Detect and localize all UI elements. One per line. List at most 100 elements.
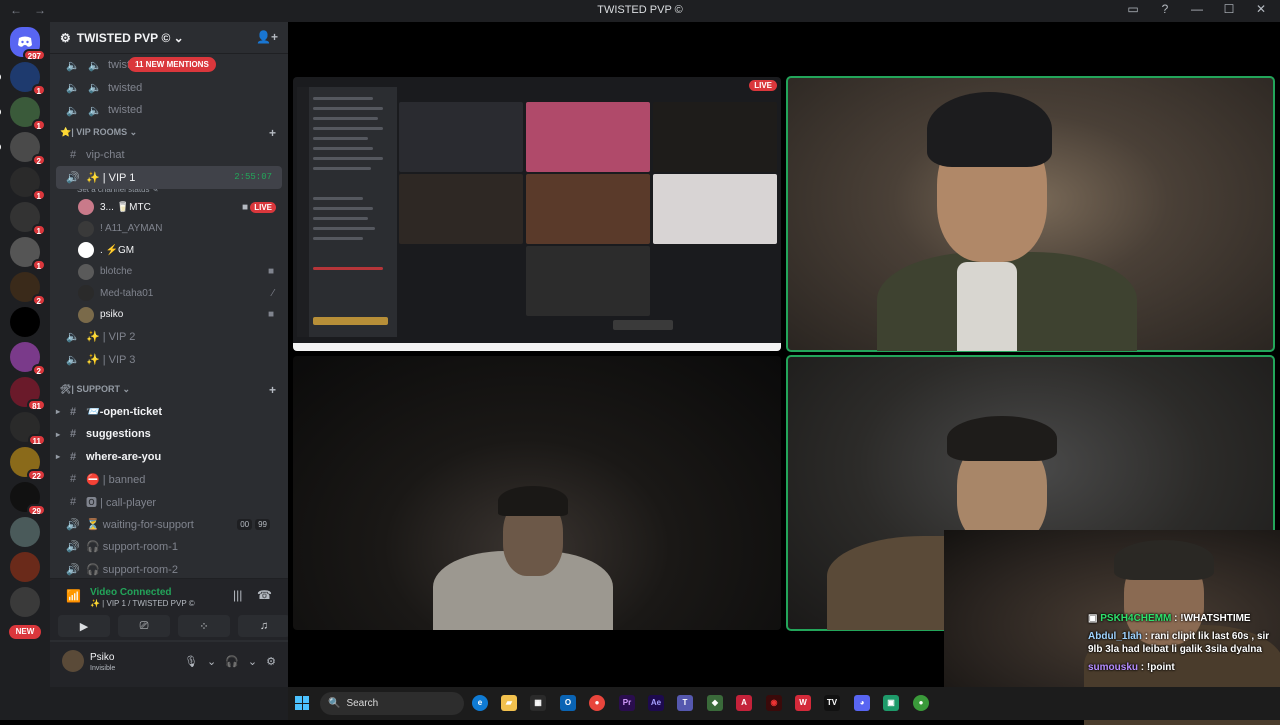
add-channel-icon[interactable]: + bbox=[269, 383, 276, 397]
server-icon[interactable]: 1 bbox=[10, 167, 46, 201]
outlook-icon[interactable]: O bbox=[560, 695, 576, 711]
voice-channel-twisted[interactable]: 🔈 🔈 twisted bbox=[56, 99, 282, 122]
channel-item[interactable]: ▸ # 📨-open-ticket bbox=[56, 401, 282, 424]
category-vip-rooms[interactable]: ⭐| VIP ROOMS ⌄ + bbox=[50, 122, 288, 144]
voice-channel-vip-3[interactable]: 🔈 ✨ | VIP 3 bbox=[56, 348, 282, 371]
taskbar-search[interactable]: 🔍 Search bbox=[320, 692, 464, 715]
screen-share-button[interactable]: ⎚ bbox=[118, 615, 170, 637]
back-arrow-icon[interactable]: ← bbox=[10, 3, 22, 17]
disconnect-icon[interactable]: ☎ bbox=[257, 588, 272, 602]
maximize-button[interactable]: ☐ bbox=[1218, 2, 1240, 16]
server-icon[interactable]: 1 bbox=[10, 237, 46, 271]
category-support[interactable]: 🛠| SUPPORT ⌄ + bbox=[50, 379, 288, 401]
server-icon[interactable]: 2 bbox=[0, 132, 46, 166]
server-icon[interactable] bbox=[10, 587, 40, 617]
voice-location[interactable]: ✨ | VIP 1 / TWISTED PVP © bbox=[90, 599, 195, 608]
new-servers-badge[interactable]: NEW bbox=[9, 625, 41, 639]
server-icon[interactable]: 81 bbox=[10, 377, 46, 411]
server-icon[interactable]: 1 bbox=[0, 97, 46, 131]
hash-icon: # bbox=[69, 428, 77, 441]
help-icon[interactable]: ? bbox=[1154, 2, 1176, 16]
server-icon[interactable] bbox=[10, 307, 40, 337]
channel-item[interactable]: # ⛔ | banned bbox=[56, 468, 282, 491]
premiere-icon[interactable]: Pr bbox=[619, 695, 635, 711]
video-camera-icon: ■ bbox=[267, 309, 274, 321]
channel-item[interactable]: 🔊 ⏳ waiting-for-support 00 99 bbox=[56, 513, 282, 536]
video-tile-participant[interactable] bbox=[786, 76, 1275, 352]
file-explorer-icon[interactable]: ▰ bbox=[501, 695, 517, 711]
voice-member[interactable]: psiko ■ bbox=[50, 304, 288, 326]
channel-item[interactable]: 🔊 🎧 support-room-1 bbox=[56, 536, 282, 559]
unread-indicator bbox=[0, 108, 1, 116]
avatar bbox=[78, 306, 94, 323]
server-icon[interactable]: 1 bbox=[0, 62, 46, 96]
hash-icon: # bbox=[69, 405, 77, 418]
voice-channel-twisted[interactable]: 🔈 🔈 twisted bbox=[56, 77, 282, 100]
noise-suppression-icon[interactable]: ||| bbox=[233, 588, 242, 602]
voice-channel-vip-1[interactable]: 🔊 ✨ | VIP 1 2:55:07 bbox=[56, 166, 282, 189]
voice-connection-panel: 📶 Video Connected ✨ | VIP 1 / TWISTED PV… bbox=[50, 578, 288, 640]
chevron-down-icon[interactable]: ⌄ bbox=[248, 655, 257, 668]
minimize-button[interactable]: — bbox=[1186, 2, 1208, 16]
chrome-icon[interactable]: ● bbox=[589, 695, 605, 711]
chrome-icon[interactable]: ● bbox=[913, 695, 929, 711]
activities-button[interactable]: ⁘ bbox=[178, 615, 230, 637]
server-header[interactable]: ⚙ TWISTED PVP © ⌄ 👤+ bbox=[50, 22, 288, 54]
settings-gear-icon[interactable]: ⚙ bbox=[266, 655, 276, 668]
speaker-icon: 🔈 bbox=[66, 59, 80, 72]
channel-name: 🅾 | call-player bbox=[86, 496, 157, 509]
unread-indicator bbox=[0, 73, 1, 81]
server-icon[interactable]: 29 bbox=[10, 482, 46, 516]
server-icon[interactable]: 2 bbox=[10, 342, 46, 376]
voice-member[interactable]: Med-taha01 ⁄ bbox=[50, 283, 288, 305]
store-icon[interactable]: ▦ bbox=[530, 695, 546, 711]
camera-button[interactable]: ▶ bbox=[58, 615, 110, 637]
app-icon[interactable]: ◆ bbox=[707, 695, 723, 711]
voice-member[interactable]: . ⚡GM bbox=[50, 240, 288, 262]
app-icon[interactable]: A bbox=[736, 695, 752, 711]
new-mentions-badge[interactable]: 11 NEW MENTIONS bbox=[128, 57, 216, 72]
server-icon[interactable]: 22 bbox=[10, 447, 46, 481]
discord-taskbar-icon[interactable]: ◕ bbox=[854, 695, 870, 711]
connection-signal-icon[interactable]: 📶 bbox=[66, 589, 81, 603]
tradingview-icon[interactable]: TV bbox=[824, 695, 840, 711]
server-icon[interactable]: 2 bbox=[10, 272, 46, 306]
windows-start-icon[interactable] bbox=[295, 696, 309, 710]
video-tile-participant[interactable] bbox=[293, 356, 781, 630]
invite-people-icon[interactable]: 👤+ bbox=[256, 30, 278, 44]
username[interactable]: Psiko bbox=[90, 652, 114, 663]
voice-status[interactable]: Video Connected bbox=[90, 587, 172, 598]
close-button[interactable]: ✕ bbox=[1250, 2, 1272, 16]
chevron-down-icon[interactable]: ⌄ bbox=[207, 655, 216, 668]
after-effects-icon[interactable]: Ae bbox=[648, 695, 664, 711]
server-icon[interactable]: 1 bbox=[10, 202, 46, 236]
soundboard-button[interactable]: ♫ bbox=[238, 615, 288, 637]
app-icon[interactable]: W bbox=[795, 695, 811, 711]
server-icon[interactable]: 11 bbox=[10, 412, 46, 446]
text-channel-vip-chat[interactable]: # vip-chat bbox=[56, 144, 282, 167]
chat-username: PSKH4CHEMM bbox=[1100, 613, 1172, 624]
teams-icon[interactable]: T bbox=[677, 695, 693, 711]
inbox-icon[interactable]: ▭ bbox=[1122, 2, 1144, 16]
voice-member[interactable]: ! A11_AYMAN bbox=[50, 218, 288, 240]
app-icon[interactable]: ◉ bbox=[766, 695, 782, 711]
forward-arrow-icon[interactable]: → bbox=[34, 3, 46, 17]
microphone-icon[interactable]: 🎙 bbox=[184, 655, 198, 668]
server-icon[interactable] bbox=[10, 552, 40, 582]
direct-messages-icon[interactable]: 297 bbox=[10, 27, 46, 61]
channel-item[interactable]: ▸ # where-are-you bbox=[56, 446, 282, 469]
channel-item[interactable]: ▸ # suggestions bbox=[56, 423, 282, 446]
channel-item[interactable]: # 🅾 | call-player bbox=[56, 491, 282, 514]
voice-member[interactable]: 3... 🥛MTC ■ LIVE bbox=[50, 197, 288, 219]
avatar bbox=[78, 242, 94, 259]
voice-member[interactable]: blotche ■ bbox=[50, 261, 288, 283]
edge-browser-icon[interactable]: e bbox=[472, 695, 488, 711]
screen-share-tile[interactable]: LIVE bbox=[293, 77, 781, 351]
headphones-icon[interactable]: 🎧 bbox=[225, 655, 239, 668]
voice-channel-vip-2[interactable]: 🔈 ✨ | VIP 2 bbox=[56, 326, 282, 349]
app-icon[interactable]: ▣ bbox=[883, 695, 899, 711]
user-avatar[interactable] bbox=[62, 650, 84, 672]
live-badge: LIVE bbox=[749, 80, 777, 91]
add-channel-icon[interactable]: + bbox=[269, 126, 276, 140]
server-icon[interactable] bbox=[10, 517, 40, 547]
